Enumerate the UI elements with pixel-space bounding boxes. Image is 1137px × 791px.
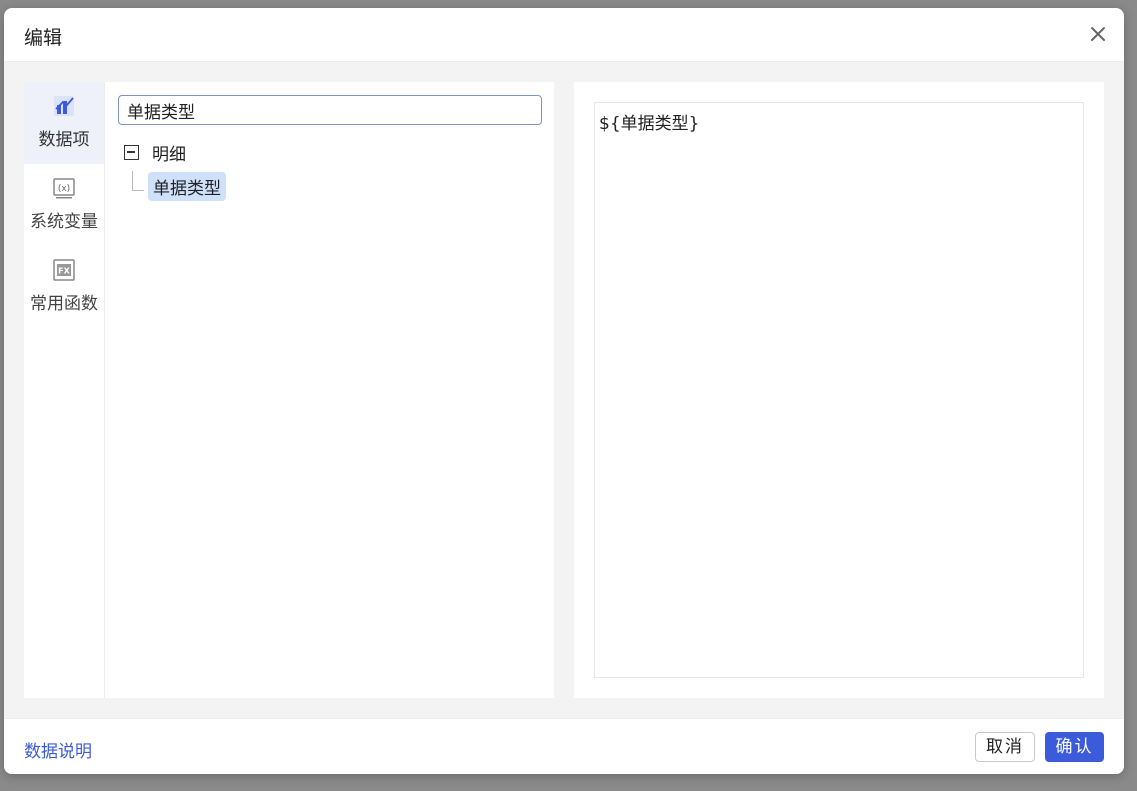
data-item-icon [53,95,75,117]
close-icon[interactable] [1086,22,1110,46]
collapse-icon[interactable] [124,145,139,160]
nav-item-data-items[interactable]: 数据项 [24,82,104,164]
svg-text:FX: FX [58,267,70,276]
expression-editor[interactable]: ${单据类型} [594,102,1084,678]
data-description-link[interactable]: 数据说明 [24,737,92,762]
nav-item-system-variables[interactable]: (x) 系统变量 [24,164,104,246]
dialog-body: 数据项 (x) 系统变量 FX 常用函数 单据类型 明细 单据类型 ${单据类型… [4,62,1124,718]
edit-dialog: 编辑 数据项 (x) 系统变量 FX 常用函数 单据类型 明细 单据类型 ${单… [4,8,1124,774]
nav-label: 系统变量 [30,212,98,232]
dialog-title: 编辑 [24,27,63,49]
tree-connector [132,171,144,191]
data-source-panel: 数据项 (x) 系统变量 FX 常用函数 单据类型 明细 单据类型 [24,82,554,698]
dialog-header: 编辑 [4,8,1124,62]
dialog-footer: 数据说明 取消 确认 [4,718,1124,774]
tree-node-document-type[interactable]: 单据类型 [148,172,226,201]
tree-node-detail[interactable]: 明细 [152,140,186,165]
search-input[interactable] [118,95,542,125]
function-fx-icon: FX [53,259,75,281]
variable-x-icon: (x) [53,177,75,199]
cancel-button[interactable]: 取消 [975,732,1035,762]
nav-item-common-functions[interactable]: FX 常用函数 [24,246,104,328]
nav-label: 数据项 [38,130,90,150]
side-nav: 数据项 (x) 系统变量 FX 常用函数 [24,82,105,698]
svg-text:(x): (x) [58,184,70,194]
nav-label: 常用函数 [30,294,98,314]
confirm-button[interactable]: 确认 [1045,732,1104,762]
expression-panel: ${单据类型} [574,82,1104,698]
